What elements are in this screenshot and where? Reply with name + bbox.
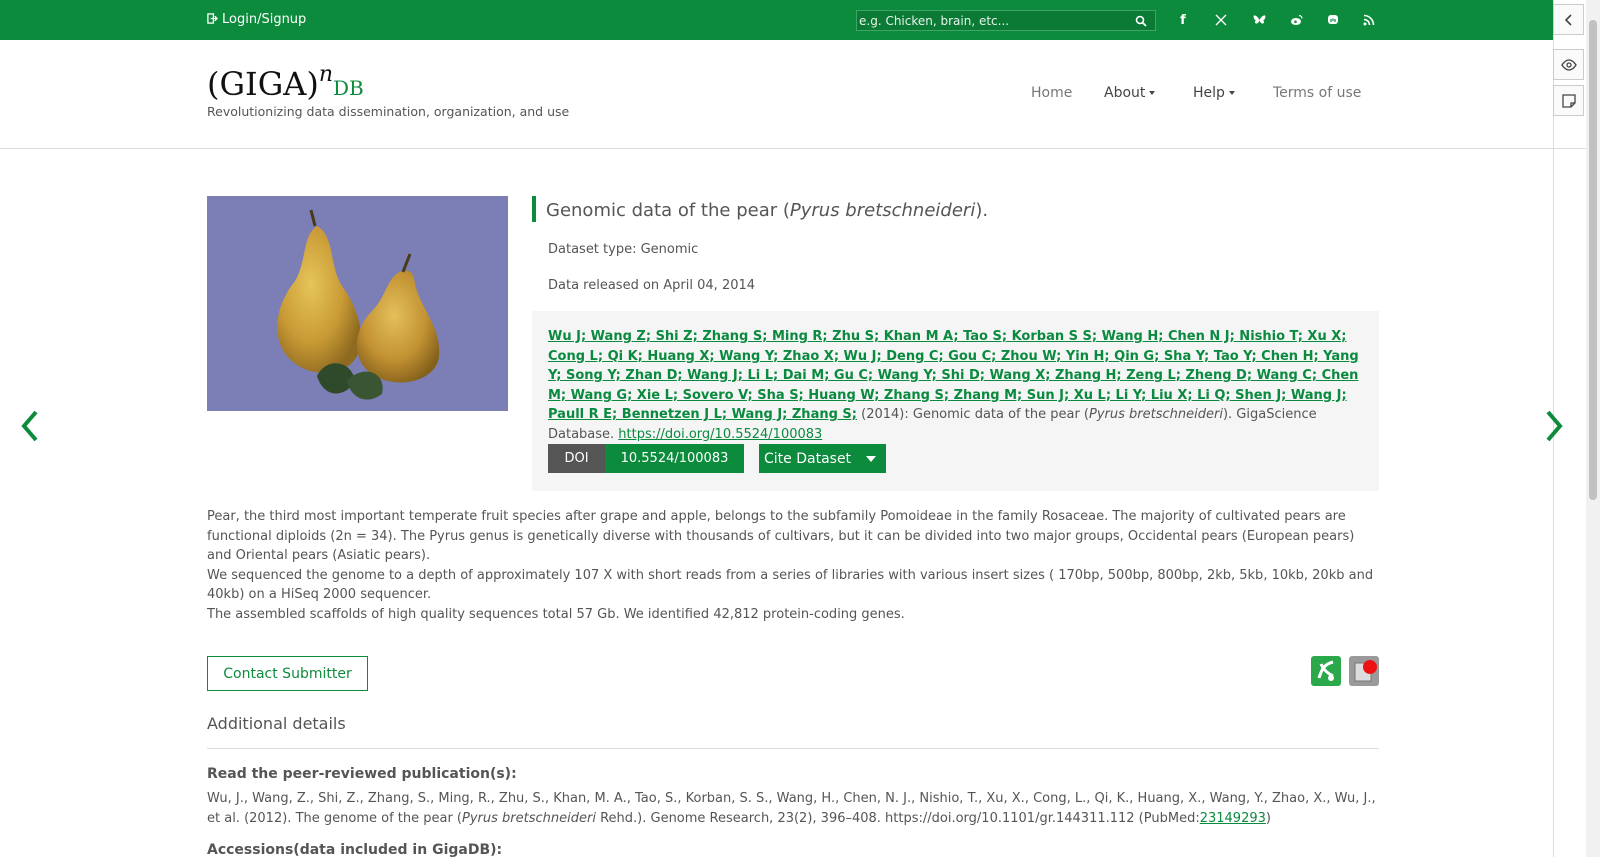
logo-db: DB — [333, 76, 364, 100]
citation-year: (2014): Genomic data of the pear ( — [857, 407, 1090, 422]
login-signup-link[interactable]: Login/Signup — [207, 12, 306, 27]
pubmed-link[interactable]: 23149293 — [1200, 811, 1266, 826]
site-header: (GIGA)nDB Revolutionizing data dissemina… — [0, 40, 1586, 149]
genome-link-icon[interactable] — [1311, 656, 1341, 686]
nav-terms[interactable]: Terms of use — [1273, 85, 1361, 101]
logo-sup: n — [318, 62, 334, 87]
title-prefix: Genomic data of the pear ( — [546, 200, 790, 221]
facebook-icon[interactable]: f — [1174, 11, 1192, 29]
tagline: Revolutionizing data dissemination, orga… — [207, 104, 570, 119]
nav-home[interactable]: Home — [1031, 85, 1072, 101]
caret-down-icon — [1228, 91, 1235, 95]
external-resource-icon[interactable] — [1349, 656, 1379, 686]
previous-dataset-arrow[interactable] — [20, 410, 40, 451]
x-icon[interactable] — [1212, 11, 1230, 29]
next-dataset-arrow[interactable] — [1544, 410, 1564, 451]
chevron-right-icon — [1546, 410, 1563, 442]
search-input[interactable] — [857, 13, 1127, 28]
nav-about[interactable]: About — [1104, 85, 1156, 101]
weibo-icon[interactable] — [1287, 11, 1305, 29]
contact-submitter-button[interactable]: Contact Submitter — [207, 656, 368, 691]
additional-details-heading: Additional details — [207, 714, 346, 733]
publication-heading: Read the peer-reviewed publication(s): — [207, 766, 517, 782]
bluesky-icon[interactable] — [1250, 11, 1268, 29]
title-species: Pyrus bretschneideri — [789, 200, 976, 221]
title-accent — [532, 196, 536, 222]
dataset-type: Dataset type: Genomic — [548, 242, 699, 257]
release-date: Data released on April 04, 2014 — [548, 278, 756, 293]
nav-help-label: Help — [1193, 85, 1225, 101]
chevron-left-icon — [21, 410, 38, 442]
description-paragraph: We sequenced the genome to a depth of ap… — [207, 567, 1374, 603]
dataset-image — [207, 196, 508, 411]
nav-help[interactable]: Help — [1193, 85, 1235, 101]
nav-about-label: About — [1104, 85, 1146, 101]
doi-badge-value[interactable]: 10.5524/100083 — [605, 444, 744, 473]
gigadb-logo[interactable]: (GIGA)nDB — [207, 62, 364, 103]
dataset-description: Pear, the third most important temperate… — [207, 507, 1379, 624]
pub-species: Pyrus bretschneideri — [462, 810, 596, 826]
accessions-heading: Accessions(data included in GigaDB): — [207, 842, 503, 857]
mastodon-icon[interactable] — [1324, 11, 1342, 29]
collapse-panel-button[interactable] — [1553, 4, 1584, 35]
chevron-left-icon — [1564, 13, 1572, 26]
doi-link[interactable]: https://doi.org/10.5524/100083 — [618, 427, 822, 442]
caret-down-icon — [1149, 91, 1156, 95]
citation-box: Wu J; Wang Z; Shi Z; Zhang S; Ming R; Zh… — [532, 311, 1379, 491]
dataset-title: Genomic data of the pear (Pyrus bretschn… — [546, 200, 988, 221]
publication-citation: Wu, J., Wang, Z., Shi, Z., Zhang, S., Mi… — [207, 789, 1379, 828]
cite-dataset-label: Cite Dataset — [764, 450, 852, 467]
citation-text: Wu J; Wang Z; Shi Z; Zhang S; Ming R; Zh… — [548, 327, 1363, 444]
login-label: Login/Signup — [222, 12, 307, 27]
description-paragraph: The assembled scaffolds of high quality … — [207, 606, 905, 622]
rss-icon[interactable] — [1360, 11, 1378, 29]
description-paragraph: Pear, the third most important temperate… — [207, 509, 1355, 563]
sign-in-icon — [207, 12, 218, 27]
pub-text-c: ) — [1265, 810, 1271, 826]
cite-dataset-button[interactable]: Cite Dataset — [759, 444, 886, 473]
top-bar: Login/Signup f — [0, 0, 1553, 40]
search-box — [856, 10, 1156, 31]
search-icon — [1135, 15, 1147, 27]
search-button[interactable] — [1127, 11, 1155, 30]
scrollbar-thumb[interactable] — [1589, 20, 1597, 500]
caret-down-icon — [866, 456, 876, 462]
doi-badge-label: DOI — [548, 444, 605, 473]
pub-text-b: Rehd.). Genome Research, 23(2), 396–408.… — [595, 810, 1200, 826]
scrollbar[interactable] — [1586, 0, 1600, 857]
title-suffix: ). — [975, 200, 989, 221]
logo-text: (GIGA) — [207, 65, 319, 103]
divider — [207, 748, 1379, 749]
citation-species: Pyrus bretschneideri — [1089, 407, 1223, 422]
